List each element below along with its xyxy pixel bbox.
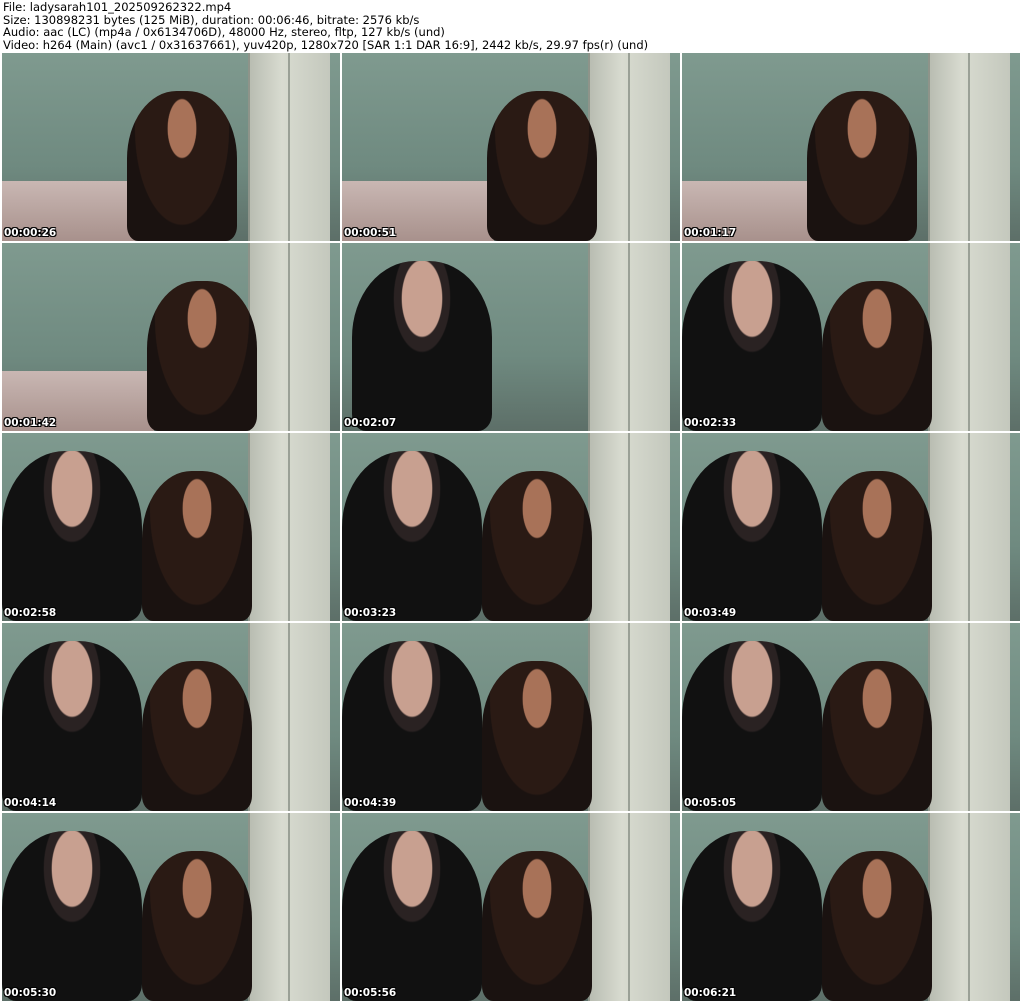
video-thumbnail[interactable]: 00:02:58 [2,433,340,621]
thumbnail-grid: 00:00:26 00:00:51 00:01:17 00:01:42 00:02:07… [2,53,1020,1001]
woman-figure [482,851,592,1001]
woman-figure [142,661,252,811]
door [928,243,1010,431]
door [928,623,1010,811]
timestamp: 00:04:39 [344,797,397,809]
door [928,433,1010,621]
door [928,813,1010,1001]
video-thumbnail[interactable]: 00:04:14 [2,623,340,811]
file-info-header: File: ladysarah101_202509262322.mp4 Size… [3,1,648,51]
timestamp: 00:00:51 [344,227,397,239]
video-thumbnail[interactable]: 00:00:26 [2,53,340,241]
woman-figure [482,471,592,621]
timestamp: 00:03:23 [344,607,397,619]
man-figure [682,451,822,621]
woman-figure [487,91,597,241]
woman-figure [822,471,932,621]
door [248,623,330,811]
timestamp: 00:05:05 [684,797,737,809]
woman-figure [807,91,917,241]
timestamp: 00:01:17 [684,227,737,239]
video-thumbnail[interactable]: 00:05:05 [682,623,1020,811]
man-figure [682,261,822,431]
man-figure [342,451,482,621]
timestamp: 00:04:14 [4,797,57,809]
video-thumbnail[interactable]: 00:01:17 [682,53,1020,241]
video-thumbnail[interactable]: 00:03:23 [342,433,680,621]
file-name: File: ladysarah101_202509262322.mp4 [3,0,232,14]
timestamp: 00:02:33 [684,417,737,429]
woman-figure [127,91,237,241]
video-thumbnail[interactable]: 00:02:33 [682,243,1020,431]
video-thumbnail[interactable]: 00:05:56 [342,813,680,1001]
timestamp: 00:05:56 [344,987,397,999]
audio-info: Audio: aac (LC) (mp4a / 0x6134706D), 480… [3,25,445,39]
video-thumbnail[interactable]: 00:05:30 [2,813,340,1001]
timestamp: 00:01:42 [4,417,57,429]
timestamp: 00:06:21 [684,987,737,999]
door [248,813,330,1001]
woman-figure [142,471,252,621]
woman-figure [147,281,257,431]
video-thumbnail[interactable]: 00:06:21 [682,813,1020,1001]
door [588,623,670,811]
woman-figure [822,851,932,1001]
man-figure [2,641,142,811]
man-figure [342,831,482,1001]
woman-figure [822,281,932,431]
woman-figure [822,661,932,811]
door [928,53,1010,241]
door [248,53,330,241]
door [588,813,670,1001]
man-figure [682,831,822,1001]
woman-figure [482,661,592,811]
video-thumbnail[interactable]: 00:03:49 [682,433,1020,621]
video-info: Video: h264 (Main) (avc1 / 0x31637661), … [3,37,649,52]
man-figure [2,451,142,621]
timestamp: 00:02:07 [344,417,397,429]
man-figure [2,831,142,1001]
door [248,243,330,431]
video-thumbnail[interactable]: 00:01:42 [2,243,340,431]
door [588,53,670,241]
door [588,243,670,431]
man-figure [342,641,482,811]
man-figure [682,641,822,811]
video-thumbnail[interactable]: 00:04:39 [342,623,680,811]
timestamp: 00:05:30 [4,987,57,999]
video-thumbnail[interactable]: 00:02:07 [342,243,680,431]
door [248,433,330,621]
woman-figure [142,851,252,1001]
timestamp: 00:03:49 [684,607,737,619]
door [588,433,670,621]
timestamp: 00:00:26 [4,227,57,239]
video-thumbnail[interactable]: 00:00:51 [342,53,680,241]
man-figure [352,261,492,431]
timestamp: 00:02:58 [4,607,57,619]
